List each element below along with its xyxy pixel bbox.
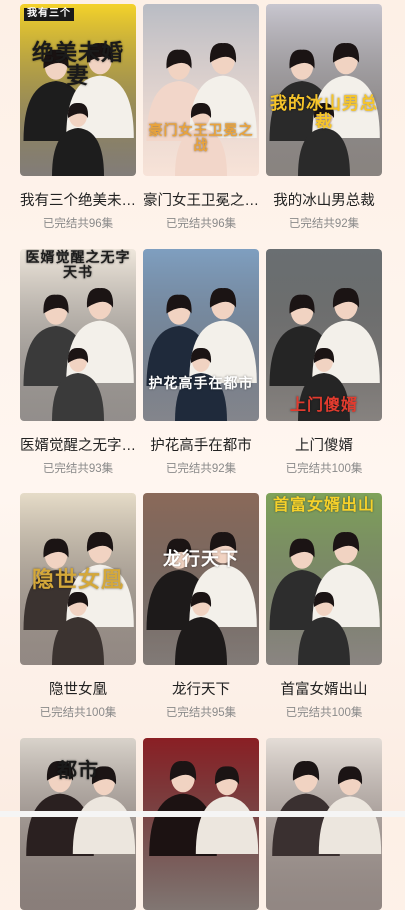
episode-status: 已完结共92集 bbox=[266, 215, 382, 231]
drama-title[interactable]: 龙行天下 bbox=[143, 678, 259, 699]
drama-card[interactable]: 我的冰山男总裁我的冰山男总裁已完结共92集 bbox=[266, 4, 382, 231]
drama-title[interactable]: 我有三个绝美未… bbox=[20, 189, 136, 210]
episode-status: 已完结共96集 bbox=[20, 215, 136, 231]
drama-card[interactable] bbox=[143, 738, 259, 910]
drama-poster[interactable]: 绝美未婚妻我有三个 bbox=[20, 4, 136, 176]
drama-card[interactable]: 医婿觉醒之无字天书医婿觉醒之无字… 已完结共93集 bbox=[20, 249, 136, 476]
episode-status: 已完结共100集 bbox=[266, 460, 382, 476]
drama-poster[interactable]: 都市 bbox=[20, 738, 136, 910]
drama-poster[interactable]: 护花高手在都市 bbox=[143, 249, 259, 421]
drama-title[interactable]: 我的冰山男总裁 bbox=[266, 189, 382, 210]
drama-poster[interactable]: 我的冰山男总裁 bbox=[266, 4, 382, 176]
drama-poster[interactable]: 隐世女凰 bbox=[20, 493, 136, 665]
episode-status: 已完结共95集 bbox=[143, 704, 259, 720]
episode-status: 已完结共100集 bbox=[266, 704, 382, 720]
poster-title-art: 豪门女王卫冕之战 bbox=[147, 124, 255, 153]
poster-title-art: 护花高手在都市 bbox=[147, 377, 255, 392]
drama-title[interactable]: 首富女婿出山 bbox=[266, 678, 382, 699]
poster-title-art: 医婿觉醒之无字天书 bbox=[24, 251, 132, 280]
drama-card[interactable]: 护花高手在都市护花高手在都市已完结共92集 bbox=[143, 249, 259, 476]
poster-tag: 我有三个 bbox=[24, 8, 74, 21]
drama-poster[interactable]: 首富女婿出山 bbox=[266, 493, 382, 665]
poster-title-art: 隐世女凰 bbox=[24, 569, 132, 592]
drama-title[interactable]: 护花高手在都市 bbox=[143, 434, 259, 455]
poster-title-art: 都市 bbox=[24, 760, 132, 781]
poster-title-art: 首富女婿出山 bbox=[270, 497, 378, 514]
drama-card[interactable]: 龙行天下龙行天下已完结共95集 bbox=[143, 493, 259, 720]
drama-title[interactable]: 隐世女凰 bbox=[20, 678, 136, 699]
episode-status: 已完结共92集 bbox=[143, 460, 259, 476]
drama-card[interactable]: 隐世女凰隐世女凰已完结共100集 bbox=[20, 493, 136, 720]
drama-card[interactable] bbox=[266, 738, 382, 910]
drama-poster[interactable]: 上门傻婿 bbox=[266, 249, 382, 421]
drama-card[interactable]: 绝美未婚妻 我有三个我有三个绝美未… 已完结共96集 bbox=[20, 4, 136, 231]
drama-poster[interactable]: 龙行天下 bbox=[143, 493, 259, 665]
bottom-edge bbox=[0, 811, 405, 817]
drama-grid: 绝美未婚妻我有三个我有三个绝美未…已完结共96集豪门女王卫冕之战豪门女王卫冕之…… bbox=[0, 0, 405, 817]
poster-title-art: 上门傻婿 bbox=[270, 397, 378, 414]
drama-title[interactable]: 医婿觉醒之无字… bbox=[20, 434, 136, 455]
poster-title-art: 我的冰山男总裁 bbox=[270, 96, 378, 132]
drama-poster[interactable] bbox=[143, 738, 259, 910]
episode-status: 已完结共100集 bbox=[20, 704, 136, 720]
drama-poster[interactable] bbox=[266, 738, 382, 910]
drama-card[interactable]: 上门傻婿上门傻婿已完结共100集 bbox=[266, 249, 382, 476]
episode-status: 已完结共93集 bbox=[20, 460, 136, 476]
drama-title[interactable]: 上门傻婿 bbox=[266, 434, 382, 455]
poster-title-art: 龙行天下 bbox=[147, 551, 255, 570]
drama-card[interactable]: 豪门女王卫冕之战豪门女王卫冕之… 已完结共96集 bbox=[143, 4, 259, 231]
drama-card[interactable]: 都市 bbox=[20, 738, 136, 910]
drama-poster[interactable]: 豪门女王卫冕之战 bbox=[143, 4, 259, 176]
drama-title[interactable]: 豪门女王卫冕之… bbox=[143, 189, 259, 210]
drama-card[interactable]: 首富女婿出山首富女婿出山已完结共100集 bbox=[266, 493, 382, 720]
drama-poster[interactable]: 医婿觉醒之无字天书 bbox=[20, 249, 136, 421]
poster-title-art: 绝美未婚妻 bbox=[24, 42, 132, 88]
episode-status: 已完结共96集 bbox=[143, 215, 259, 231]
